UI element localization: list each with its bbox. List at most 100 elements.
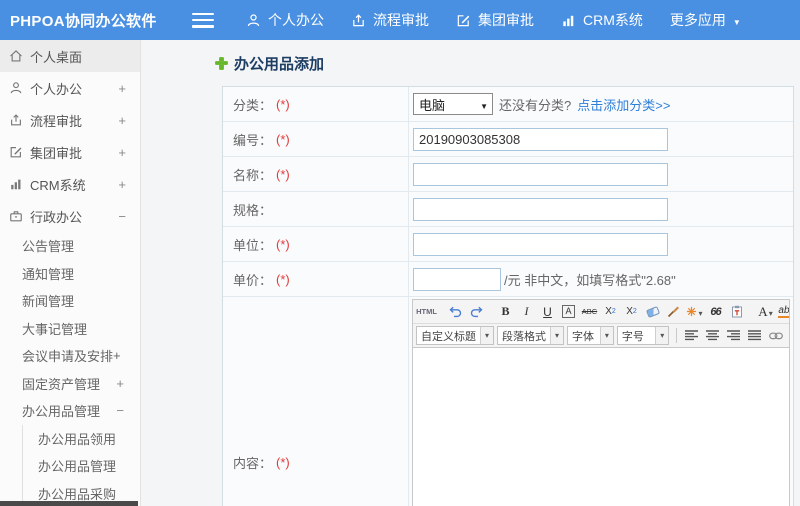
nav-group-approval[interactable]: 集团审批 [456,10,534,30]
back-color-button[interactable]: ab [777,302,789,321]
sidebar-item-meeting-mgmt[interactable]: 会议申请及安排 + [0,342,140,370]
sidebar-item-announcement-mgmt[interactable]: 公告管理 [0,232,140,260]
redo-icon [470,306,483,317]
remove-format-eraser-icon [645,305,660,318]
sup-mark: 2 [611,308,616,315]
bar-chart-icon [9,177,23,191]
font-size-dropdown[interactable]: 字号 [616,326,670,345]
caret-down-icon [733,12,741,28]
sub-mark: 2 [632,308,637,315]
content-label: 内容： (*) [223,297,409,506]
required-mark: (*) [276,131,290,147]
format-brush-button[interactable] [664,302,683,321]
char-border-button[interactable]: A [559,302,578,321]
insert-link-button[interactable] [766,326,785,345]
font-family-dropdown[interactable]: 字体 [567,326,614,345]
sidebar-item-label: 新闻管理 [22,294,75,310]
edit-approve-icon [9,145,23,159]
align-left-button[interactable] [682,326,701,345]
sidebar-item-fixed-assets-mgmt[interactable]: 固定资产管理 + [0,370,140,398]
sidebar-item-label: 办公用品管理 [22,404,101,420]
sidebar-item-crm[interactable]: CRM系统 + [0,168,140,200]
char-border-glyph: A [562,305,575,318]
subscript-button[interactable]: X2 [622,302,641,321]
price-input[interactable] [413,267,501,291]
unit-input[interactable] [413,232,668,256]
sidebar-item-news-mgmt[interactable]: 新闻管理 [0,287,140,315]
nav-personal-office[interactable]: 个人办公 [246,10,324,30]
top-navbar: PHPOA协同办公软件 个人办公 流程审批 集团审批 CRM系统 更多应用 ▼ [0,0,800,40]
bold-button[interactable]: B [496,302,515,321]
rich-text-editor: HTML B I U A ABC X 2 X 2 ▾ 66 A ▾ ab 自定义… [412,299,790,506]
name-input[interactable] [413,162,668,186]
sidebar-item-group-approval[interactable]: 集团审批 + [0,136,140,168]
nav-more-apps[interactable]: 更多应用 [670,10,741,30]
name-label: 名称： (*) [223,157,409,191]
sidebar-item-label: 流程审批 [30,113,83,129]
editor-content-area[interactable] [413,348,789,506]
nav-flow-approval[interactable]: 流程审批 [351,10,429,30]
nav-crm-system[interactable]: CRM系统 [561,10,643,30]
spec-label: 规格： [223,192,409,226]
add-category-link[interactable]: 点击添加分类>> [577,95,670,114]
sidebar-scrollbar[interactable] [0,501,138,506]
align-justify-icon [748,330,761,341]
page-title-text: 办公用品添加 [234,55,325,73]
required-mark: (*) [276,454,290,470]
required-mark: (*) [276,96,290,112]
blockquote-button[interactable]: 66 [706,302,725,321]
sidebar-item-flow-approval[interactable]: 流程审批 + [0,104,140,136]
sidebar-item-personal-desktop[interactable]: 个人桌面 [0,40,140,72]
sidebar-item-label: 通知管理 [22,266,75,282]
redo-button[interactable] [467,302,486,321]
code-input[interactable] [413,127,668,151]
supplies-add-form: 分类： (*) 电脑 还没有分类? 点击添加分类>> [222,86,794,506]
italic-button[interactable]: I [517,302,536,321]
sup-base: X [605,306,612,317]
sidebar-item-notice-mgmt[interactable]: 通知管理 [0,260,140,288]
source-code-button[interactable]: HTML [416,302,437,321]
main-menu: 个人办公 流程审批 集团审批 CRM系统 更多应用 ▼ [246,10,768,30]
align-right-button[interactable] [724,326,743,345]
field-label-text: 分类： [233,97,273,113]
caret-down-icon [698,305,702,319]
custom-heading-dropdown[interactable]: 自定义标题 [416,326,494,345]
sidebar-item-label: 办公用品领用 [38,431,117,447]
paragraph-format-dropdown[interactable]: 段落格式 [497,326,564,345]
sidebar-item-office-supplies-mgmt[interactable]: 办公用品管理 − [0,397,140,425]
font-color-glyph: A [758,303,768,319]
underline-button[interactable]: U [538,302,557,321]
strikethrough-button[interactable]: ABC [580,302,599,321]
auto-typeset-button[interactable] [685,302,704,321]
sidebar-item-personal-office[interactable]: 个人办公 + [0,72,140,104]
required-mark: (*) [276,271,290,287]
sidebar-item-supplies-manage[interactable]: 办公用品管理 [23,452,140,480]
superscript-button[interactable]: X2 [601,302,620,321]
sidebar-item-label: CRM系统 [30,177,86,193]
editor-toolbar-row2: 自定义标题 段落格式 字体 字号 [413,324,789,348]
app-logo[interactable]: PHPOA协同办公软件 [0,10,192,31]
field-label-text: 单位： [233,237,273,253]
paste-text-button[interactable] [727,302,746,321]
font-color-button[interactable]: A [756,302,775,321]
align-justify-button[interactable] [745,326,764,345]
remove-format-button[interactable] [643,302,662,321]
sidebar-item-supplies-receive[interactable]: 办公用品领用 [23,425,140,453]
undo-button[interactable] [446,302,465,321]
sidebar-item-admin-office[interactable]: 行政办公 − [0,200,140,232]
menu-toggle-icon[interactable] [192,12,214,28]
paste-text-icon [731,305,742,318]
back-color-glyph: ab [778,305,789,318]
sidebar-item-label: 集团审批 [30,145,83,161]
align-center-icon [706,330,719,341]
form-row-spec: 规格： [223,192,793,227]
form-row-unit: 单位： (*) [223,227,793,262]
nav-item-label: 流程审批 [373,12,429,28]
spec-input[interactable] [413,197,668,221]
align-center-button[interactable] [703,326,722,345]
category-select[interactable]: 电脑 [413,93,493,115]
expand-indicator: − [116,403,124,419]
align-left-icon [685,330,698,341]
sidebar-item-memorabilia-mgmt[interactable]: 大事记管理 [0,315,140,343]
form-row-category: 分类： (*) 电脑 还没有分类? 点击添加分类>> [223,87,793,122]
